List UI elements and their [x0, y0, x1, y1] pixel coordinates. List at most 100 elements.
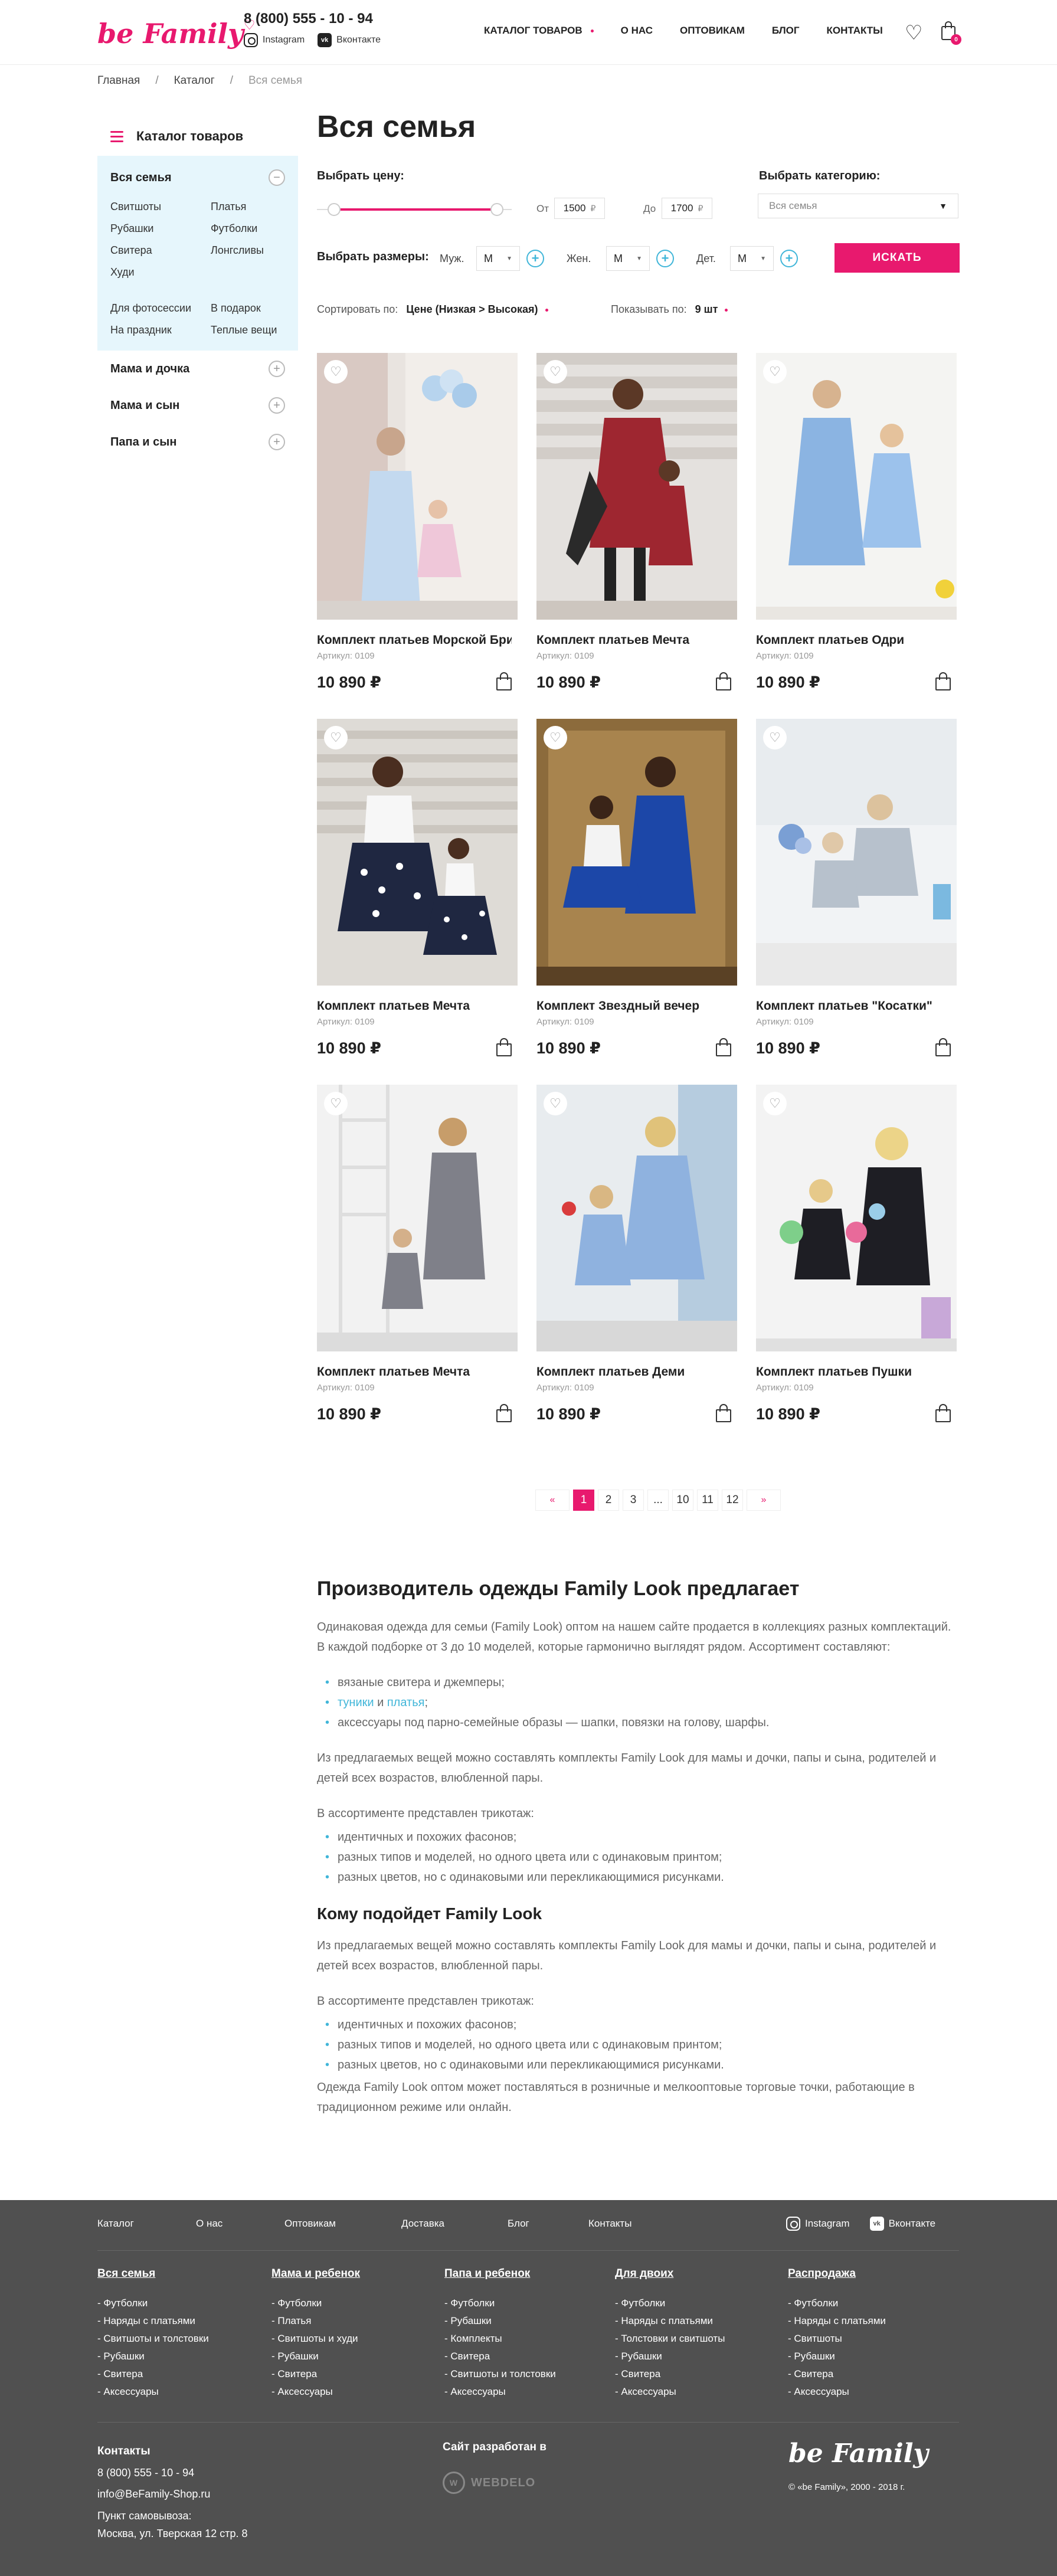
product-photo[interactable]: ♡: [536, 353, 737, 620]
product-photo[interactable]: ♡: [756, 719, 957, 986]
footer-column-title[interactable]: Вся семья: [97, 2265, 209, 2283]
add-to-cart-bag-icon[interactable]: [716, 1037, 731, 1056]
category-select[interactable]: Вся семья ▼: [758, 194, 958, 218]
product-photo[interactable]: ♡: [756, 1085, 957, 1351]
footer-column-link[interactable]: Платья: [271, 2312, 360, 2330]
add-to-cart-bag-icon[interactable]: [716, 1403, 731, 1422]
footer-email[interactable]: info@BeFamily-Shop.ru: [97, 2483, 247, 2505]
sidebar-link[interactable]: Лонгсливы: [211, 244, 293, 257]
footer-vk-link[interactable]: vk Вконтакте: [869, 2217, 935, 2231]
favorite-heart-icon[interactable]: ♡: [763, 1092, 787, 1115]
sidebar-link[interactable]: Рубашки: [110, 222, 211, 235]
footer-column-link[interactable]: Толстовки и свитшоты: [615, 2330, 725, 2348]
pagination-prev[interactable]: «: [535, 1490, 570, 1511]
product-photo[interactable]: ♡: [317, 1085, 518, 1351]
product-name[interactable]: Комплект платьев Морской Бриз: [317, 633, 512, 647]
search-button[interactable]: ИСКАТЬ: [835, 243, 960, 273]
footer-column-link[interactable]: Рубашки: [788, 2348, 886, 2365]
sidebar-link[interactable]: Для фотосессии: [110, 302, 211, 315]
product-card[interactable]: ♡ Комплект платьев Мечта Артикул: 0109 1…: [317, 1085, 518, 1427]
footer-column-link[interactable]: Аксессуары: [271, 2383, 360, 2401]
sidebar-link[interactable]: На праздник: [110, 324, 211, 336]
footer-column-title[interactable]: Распродажа: [788, 2265, 886, 2283]
show-count-control[interactable]: Показывать по: 9 шт: [611, 303, 728, 316]
product-photo[interactable]: ♡: [317, 719, 518, 986]
nav-blog[interactable]: БЛОГ: [772, 25, 800, 37]
product-card[interactable]: ♡ Комплект платьев Пушки Артикул: 0109 1…: [756, 1085, 957, 1427]
product-name[interactable]: Комплект платьев "Косатки": [756, 999, 951, 1013]
nav-about[interactable]: О НАС: [621, 25, 653, 37]
seo-link-tunics[interactable]: туники: [338, 1696, 374, 1709]
footer-column-link[interactable]: Свитера: [444, 2348, 556, 2365]
price-to-input[interactable]: 1700 ₽: [662, 198, 712, 219]
footer-logo[interactable]: be Family: [788, 2438, 928, 2469]
sidebar-link[interactable]: Теплые вещи: [211, 324, 293, 336]
add-size-women-icon[interactable]: +: [656, 250, 674, 267]
developer-logo[interactable]: W WEBDELO: [443, 2472, 535, 2494]
product-photo[interactable]: ♡: [536, 719, 737, 986]
footer-link[interactable]: Оптовикам: [284, 2218, 401, 2230]
vk-link[interactable]: vk Вконтакте: [318, 33, 381, 47]
product-name[interactable]: Комплект платьев Пушки: [756, 1365, 951, 1379]
price-slider[interactable]: [317, 203, 512, 216]
add-to-cart-bag-icon[interactable]: [935, 1403, 951, 1422]
footer-instagram-link[interactable]: Instagram: [786, 2217, 850, 2231]
footer-column-link[interactable]: Комплекты: [444, 2330, 556, 2348]
footer-column-link[interactable]: Футболки: [97, 2294, 209, 2312]
sidebar-section-mom-daughter[interactable]: Мама и дочка +: [97, 351, 298, 387]
seo-link-dresses[interactable]: платья: [387, 1696, 425, 1709]
product-name[interactable]: Комплект платьев Мечта: [317, 1365, 512, 1379]
footer-column-link[interactable]: Аксессуары: [615, 2383, 725, 2401]
footer-column-link[interactable]: Свитера: [271, 2365, 360, 2383]
product-photo[interactable]: ♡: [536, 1085, 737, 1351]
favorite-heart-icon[interactable]: ♡: [324, 726, 348, 749]
product-card[interactable]: ♡ Комплект платьев Одри Артикул: 0109 10…: [756, 353, 957, 695]
product-photo[interactable]: ♡: [756, 353, 957, 620]
product-name[interactable]: Комплект платьев Мечта: [317, 999, 512, 1013]
footer-column-link[interactable]: Свитера: [97, 2365, 209, 2383]
sidebar-section-mom-son[interactable]: Мама и сын +: [97, 387, 298, 424]
footer-column-link[interactable]: Аксессуары: [444, 2383, 556, 2401]
header-phone[interactable]: 8 (800) 555 - 10 - 94: [244, 11, 373, 27]
pagination-page[interactable]: 2: [598, 1490, 619, 1511]
price-from-input[interactable]: 1500 ₽: [554, 198, 605, 219]
product-photo[interactable]: ♡: [317, 353, 518, 620]
product-name[interactable]: Комплект платьев Мечта: [536, 633, 731, 647]
footer-column-link[interactable]: Наряды с платьями: [97, 2312, 209, 2330]
pagination-page[interactable]: 3: [623, 1490, 644, 1511]
footer-column-link[interactable]: Свитшоты и худи: [271, 2330, 360, 2348]
sidebar-link[interactable]: Платья: [211, 201, 293, 213]
footer-column-link[interactable]: Футболки: [788, 2294, 886, 2312]
add-to-cart-bag-icon[interactable]: [496, 672, 512, 690]
size-men-select[interactable]: M ▼: [476, 246, 520, 271]
sidebar-link[interactable]: Худи: [110, 266, 211, 279]
sidebar-link[interactable]: В подарок: [211, 302, 293, 315]
product-card[interactable]: ♡ Комплект платьев Мечта Артикул: 0109 1…: [317, 719, 518, 1061]
site-logo[interactable]: be Family♡: [97, 18, 255, 50]
product-card[interactable]: ♡ Комплект Звездный вечер Артикул: 0109 …: [536, 719, 737, 1061]
add-to-cart-bag-icon[interactable]: [496, 1037, 512, 1056]
footer-column-link[interactable]: Свитера: [615, 2365, 725, 2383]
favorites-heart-icon[interactable]: ♡: [905, 21, 922, 45]
footer-column-link[interactable]: Наряды с платьями: [615, 2312, 725, 2330]
nav-contacts[interactable]: КОНТАКТЫ: [827, 25, 883, 37]
footer-column-link[interactable]: Рубашки: [271, 2348, 360, 2365]
add-to-cart-bag-icon[interactable]: [496, 1403, 512, 1422]
add-to-cart-bag-icon[interactable]: [935, 672, 951, 690]
pagination-page[interactable]: 10: [672, 1490, 693, 1511]
product-card[interactable]: ♡ Комплект платьев Мечта Артикул: 0109 1…: [536, 353, 737, 695]
pagination-next[interactable]: »: [747, 1490, 781, 1511]
footer-column-link[interactable]: Свитшоты: [788, 2330, 886, 2348]
footer-column-link[interactable]: Наряды с платьями: [788, 2312, 886, 2330]
footer-column-link[interactable]: Свитшоты и толстовки: [97, 2330, 208, 2348]
product-card[interactable]: ♡ Комплект платьев "Косатки" Артикул: 01…: [756, 719, 957, 1061]
nav-wholesale[interactable]: ОПТОВИКАМ: [680, 25, 745, 37]
footer-column-link[interactable]: Свитшоты и толстовки: [444, 2365, 555, 2383]
footer-column-link[interactable]: Футболки: [271, 2294, 360, 2312]
favorite-heart-icon[interactable]: ♡: [763, 360, 787, 384]
cart-bag-icon[interactable]: 0: [940, 20, 961, 45]
add-to-cart-bag-icon[interactable]: [935, 1037, 951, 1056]
product-name[interactable]: Комплект платьев Деми: [536, 1365, 731, 1379]
footer-link[interactable]: Доставка: [401, 2218, 508, 2230]
sidebar-link[interactable]: Свитшоты: [110, 201, 211, 213]
